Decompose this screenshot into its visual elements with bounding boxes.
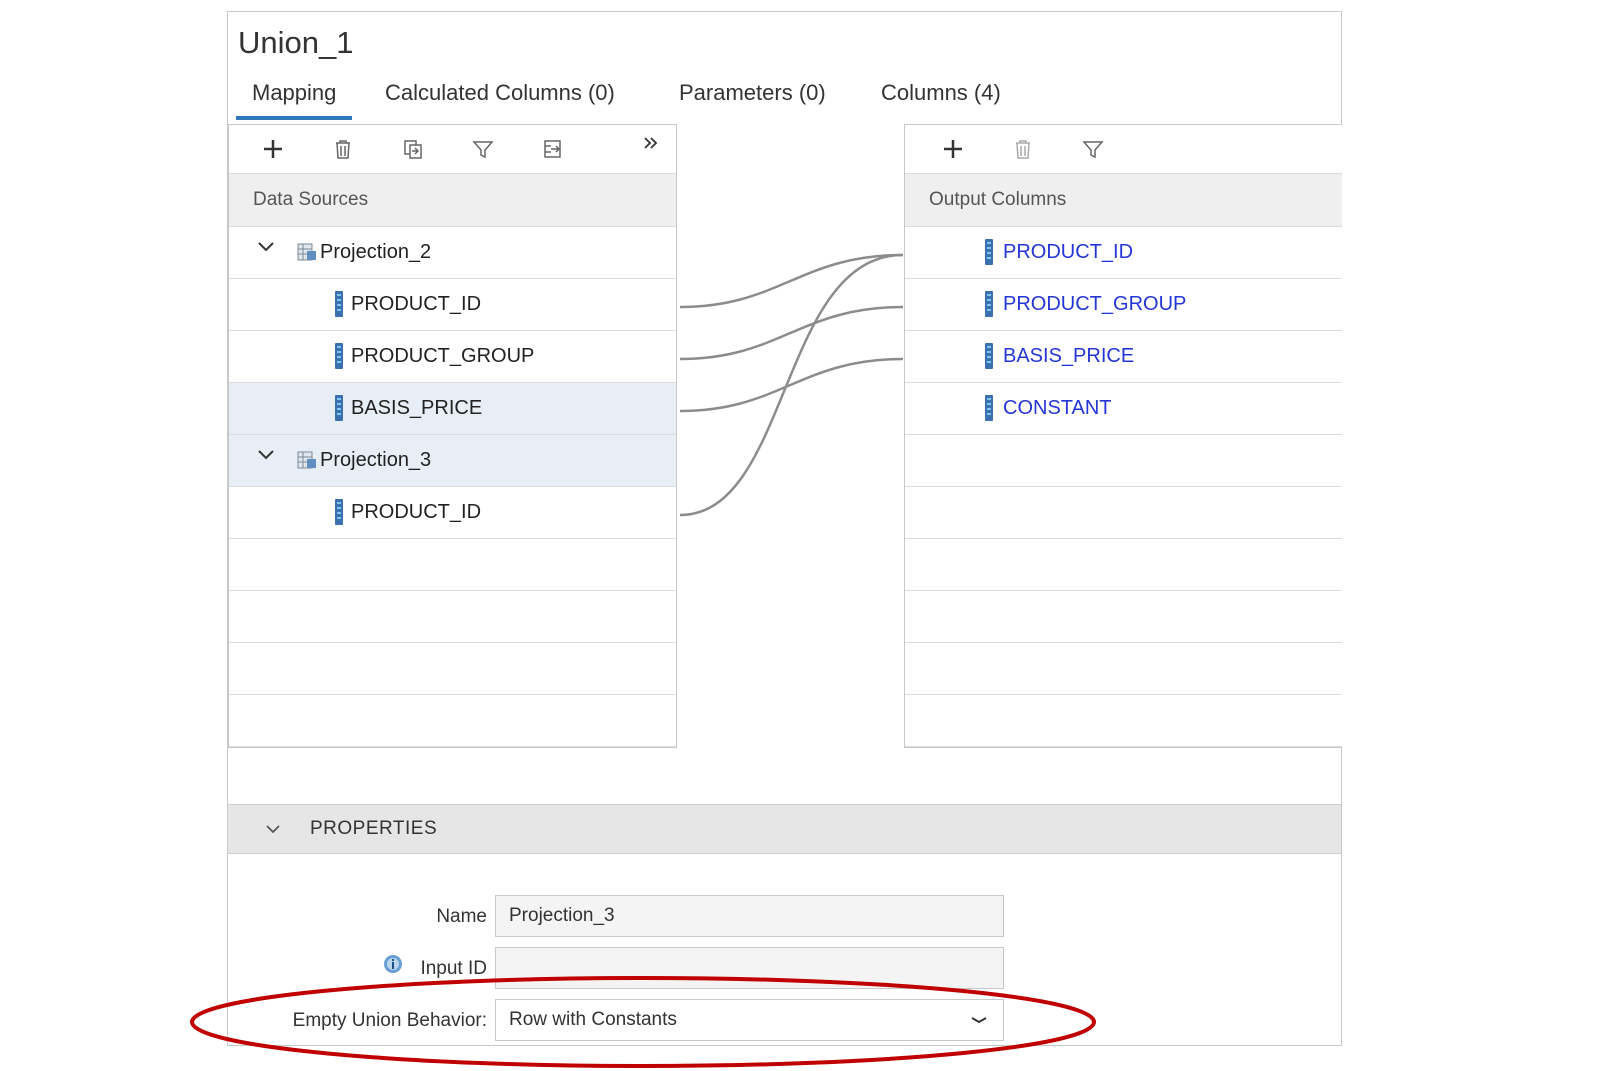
properties-title: PROPERTIES — [310, 818, 438, 839]
more-icon[interactable] — [637, 129, 665, 157]
input-id-label: Input ID — [420, 958, 487, 979]
empty-union-behavior-select[interactable]: Row with Constants — [495, 999, 1004, 1041]
output-column-row[interactable]: PRODUCT_GROUP — [905, 279, 1342, 331]
source-name: Projection_2 — [320, 241, 432, 263]
output-columns-header: Output Columns — [905, 173, 1342, 227]
add-icon[interactable] — [939, 135, 967, 163]
column-icon — [335, 395, 343, 421]
move-icon[interactable] — [539, 135, 567, 163]
column-label: BASIS_PRICE — [1003, 345, 1135, 367]
column-icon — [985, 291, 993, 317]
empty-row — [905, 695, 1342, 747]
column-icon — [985, 395, 993, 421]
empty-row — [229, 539, 676, 591]
source-row-projection-2[interactable]: Projection_2 — [229, 227, 676, 279]
chevron-down-icon[interactable] — [255, 443, 277, 465]
delete-icon[interactable] — [329, 135, 357, 163]
output-column-row[interactable]: PRODUCT_ID — [905, 227, 1342, 279]
filter-icon[interactable] — [469, 135, 497, 163]
tab-calculated-columns[interactable]: Calculated Columns (0) — [385, 78, 615, 116]
empty-row — [229, 695, 676, 747]
column-label: PRODUCT_ID — [351, 501, 482, 523]
output-column-row[interactable]: CONSTANT — [905, 383, 1342, 435]
page-title: Union_1 — [238, 25, 354, 60]
empty-row — [905, 487, 1342, 539]
column-label: CONSTANT — [1003, 397, 1112, 419]
data-sources-panel: Data Sources Projection_2 PRODUCT_ID PRO… — [228, 124, 677, 748]
column-icon — [335, 499, 343, 525]
column-label: PRODUCT_GROUP — [351, 345, 535, 367]
column-icon — [335, 291, 343, 317]
empty-row — [905, 591, 1342, 643]
empty-row — [905, 643, 1342, 695]
column-label: PRODUCT_ID — [1003, 241, 1134, 263]
table-icon — [297, 243, 316, 261]
source-column-row[interactable]: PRODUCT_ID — [229, 487, 676, 539]
output-columns-panel: Output Columns PRODUCT_ID PRODUCT_GROUP … — [904, 124, 1342, 748]
properties-header[interactable]: PROPERTIES — [228, 804, 1341, 854]
source-name: Projection_3 — [320, 449, 432, 471]
column-icon — [985, 343, 993, 369]
info-icon[interactable] — [383, 954, 403, 974]
name-label: Name — [436, 906, 487, 927]
empty-union-behavior-value: Row with Constants — [509, 1009, 677, 1030]
column-label: PRODUCT_GROUP — [1003, 293, 1187, 315]
source-column-row[interactable]: PRODUCT_GROUP — [229, 331, 676, 383]
column-label: BASIS_PRICE — [351, 397, 483, 419]
output-column-row[interactable]: BASIS_PRICE — [905, 331, 1342, 383]
data-sources-header: Data Sources — [229, 173, 676, 227]
empty-row — [229, 591, 676, 643]
source-column-row[interactable]: BASIS_PRICE — [229, 383, 676, 435]
source-row-projection-3[interactable]: Projection_3 — [229, 435, 676, 487]
input-id-field[interactable] — [495, 947, 1004, 989]
empty-row — [229, 643, 676, 695]
chevron-down-icon[interactable] — [263, 819, 283, 839]
empty-row — [905, 539, 1342, 591]
column-label: PRODUCT_ID — [351, 293, 482, 315]
table-icon — [297, 451, 316, 469]
empty-row — [905, 435, 1342, 487]
column-icon — [335, 343, 343, 369]
add-icon[interactable] — [259, 135, 287, 163]
data-sources-toolbar — [229, 125, 676, 173]
tab-mapping[interactable]: Mapping — [236, 78, 353, 120]
empty-union-behavior-label: Empty Union Behavior: — [292, 1010, 487, 1031]
filter-icon[interactable] — [1079, 135, 1107, 163]
column-icon — [985, 239, 993, 265]
source-column-row[interactable]: PRODUCT_ID — [229, 279, 676, 331]
chevron-down-icon[interactable] — [969, 1010, 989, 1030]
copy-icon[interactable] — [399, 135, 427, 163]
name-field[interactable]: Projection_3 — [495, 895, 1004, 937]
tab-columns[interactable]: Columns (4) — [881, 78, 1001, 116]
chevron-down-icon[interactable] — [255, 235, 277, 257]
tab-parameters[interactable]: Parameters (0) — [679, 78, 826, 116]
output-columns-toolbar — [905, 125, 1342, 173]
delete-icon[interactable] — [1009, 135, 1037, 163]
